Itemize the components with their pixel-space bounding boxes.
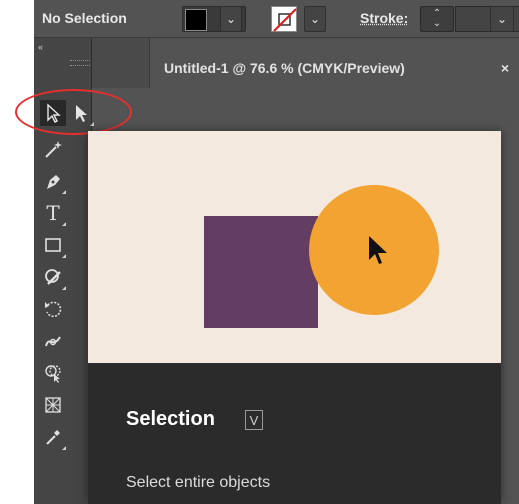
tool-flyout-indicator xyxy=(62,446,66,450)
shaper-icon xyxy=(45,269,61,285)
stepper-down-icon[interactable]: ⌄ xyxy=(421,19,453,31)
stroke-weight-stepper[interactable]: ⌃ ⌄ xyxy=(420,6,519,32)
tool-flyout-indicator xyxy=(62,190,66,194)
chevron-down-icon: ⌄ xyxy=(225,12,237,26)
shape-builder-tool-button[interactable] xyxy=(40,360,66,386)
panel-grip-handle[interactable] xyxy=(70,60,90,66)
document-tab-title[interactable]: Untitled-1 @ 76.6 % (CMYK/Preview) xyxy=(164,60,405,76)
fill-color-square xyxy=(185,9,207,31)
magic-wand-tool-button[interactable] xyxy=(40,136,66,162)
chevron-down-icon: ⌄ xyxy=(309,12,321,26)
stroke-color-swatch[interactable] xyxy=(271,6,297,32)
eyedropper-tool-button[interactable] xyxy=(40,424,66,450)
document-tab[interactable]: Untitled-1 @ 76.6 % (CMYK/Preview) × xyxy=(149,38,519,88)
highlight-annotation-ring xyxy=(15,89,132,135)
keyboard-shortcut-badge: V xyxy=(245,410,263,430)
stroke-dropdown-button[interactable]: ⌄ xyxy=(304,6,326,32)
rotate-icon xyxy=(45,301,62,318)
tooltip-description: Select entire objects xyxy=(126,474,271,491)
type-tool-button[interactable]: T xyxy=(40,200,66,226)
tooltip-title: Selection xyxy=(126,408,215,430)
cursor-arrow-icon xyxy=(369,236,387,264)
tool-flyout-indicator xyxy=(62,254,66,258)
rectangle-tool-button[interactable] xyxy=(40,232,66,258)
chevron-down-icon: ⌄ xyxy=(496,12,508,26)
control-bar: No Selection ⌄ ⌄ Stroke: ⌃ ⌄ ⌄ xyxy=(34,0,519,38)
rotate-tool-button[interactable] xyxy=(40,296,66,322)
collapse-panel-icon[interactable]: ‹‹ xyxy=(38,42,43,52)
tool-flyout-indicator xyxy=(62,286,66,290)
shaper-tool-button[interactable] xyxy=(40,264,66,290)
workspace-gap xyxy=(92,38,149,88)
shape-builder-icon xyxy=(45,365,61,383)
preview-purple-square xyxy=(204,216,318,328)
tool-tooltip-card: Selection V Select entire objects xyxy=(88,131,501,504)
perspective-grid-icon xyxy=(45,397,61,413)
rectangle-icon xyxy=(45,238,61,252)
stroke-weight-dropdown[interactable]: ⌄ xyxy=(490,6,514,32)
fill-dropdown-button[interactable]: ⌄ xyxy=(220,6,242,32)
close-tab-icon[interactable]: × xyxy=(501,60,509,76)
width-tool-button[interactable] xyxy=(40,328,66,354)
tooltip-preview-illustration xyxy=(88,131,501,363)
eyedropper-icon xyxy=(46,430,60,445)
no-stroke-icon xyxy=(273,8,297,32)
type-icon: T xyxy=(46,201,60,225)
width-icon xyxy=(45,336,61,347)
pen-icon xyxy=(47,175,60,189)
selection-status: No Selection xyxy=(42,10,127,26)
magic-wand-icon xyxy=(45,141,62,158)
stroke-label[interactable]: Stroke: xyxy=(360,10,408,26)
perspective-grid-tool-button[interactable] xyxy=(40,392,66,418)
tooltip-info-panel: Selection V Select entire objects xyxy=(88,363,501,504)
pen-tool-button[interactable] xyxy=(40,168,66,194)
tool-flyout-indicator xyxy=(62,222,66,226)
